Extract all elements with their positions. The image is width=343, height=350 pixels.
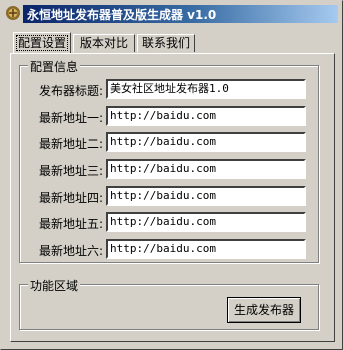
function-group-legend: 功能区域 bbox=[28, 277, 81, 294]
address-6-input[interactable]: http://baidu.com bbox=[106, 239, 306, 259]
address-1-input[interactable]: http://baidu.com bbox=[106, 106, 306, 126]
address-6-label: 最新地址六: bbox=[38, 244, 103, 258]
title-input[interactable]: 美女社区地址发布器1.0 bbox=[106, 79, 306, 99]
address-3-label: 最新地址三: bbox=[38, 164, 103, 178]
tab-version-compare[interactable]: 版本对比 bbox=[73, 34, 135, 52]
app-icon[interactable] bbox=[5, 5, 21, 21]
generate-button[interactable]: 生成发布器 bbox=[227, 297, 301, 323]
tab-contact[interactable]: 联系我们 bbox=[137, 34, 195, 52]
address-3-input[interactable]: http://baidu.com bbox=[106, 159, 306, 179]
address-4-input[interactable]: http://baidu.com bbox=[106, 186, 306, 206]
tab-contact-label: 联系我们 bbox=[141, 36, 190, 50]
address-4-label: 最新地址四: bbox=[38, 191, 103, 205]
window-title: 永恒地址发布器普及版生成器 v1.0 bbox=[27, 8, 217, 22]
address-5-label: 最新地址五: bbox=[38, 217, 103, 231]
tab-version-compare-label: 版本对比 bbox=[79, 36, 128, 50]
title-bar[interactable]: 永恒地址发布器普及版生成器 v1.0 bbox=[3, 3, 340, 23]
address-5-input[interactable]: http://baidu.com bbox=[106, 212, 306, 232]
tab-config[interactable]: 配置设置 bbox=[13, 32, 71, 53]
config-group-legend: 配置信息 bbox=[28, 58, 81, 75]
address-2-label: 最新地址二: bbox=[38, 137, 103, 151]
address-1-label: 最新地址一: bbox=[38, 111, 103, 125]
app-window: 永恒地址发布器普及版生成器 v1.0 配置设置 版本对比 联系我们 配置信息 发… bbox=[0, 0, 343, 350]
address-2-input[interactable]: http://baidu.com bbox=[106, 132, 306, 152]
title-label: 发布器标题: bbox=[38, 84, 103, 98]
tab-config-label: 配置设置 bbox=[15, 35, 68, 51]
